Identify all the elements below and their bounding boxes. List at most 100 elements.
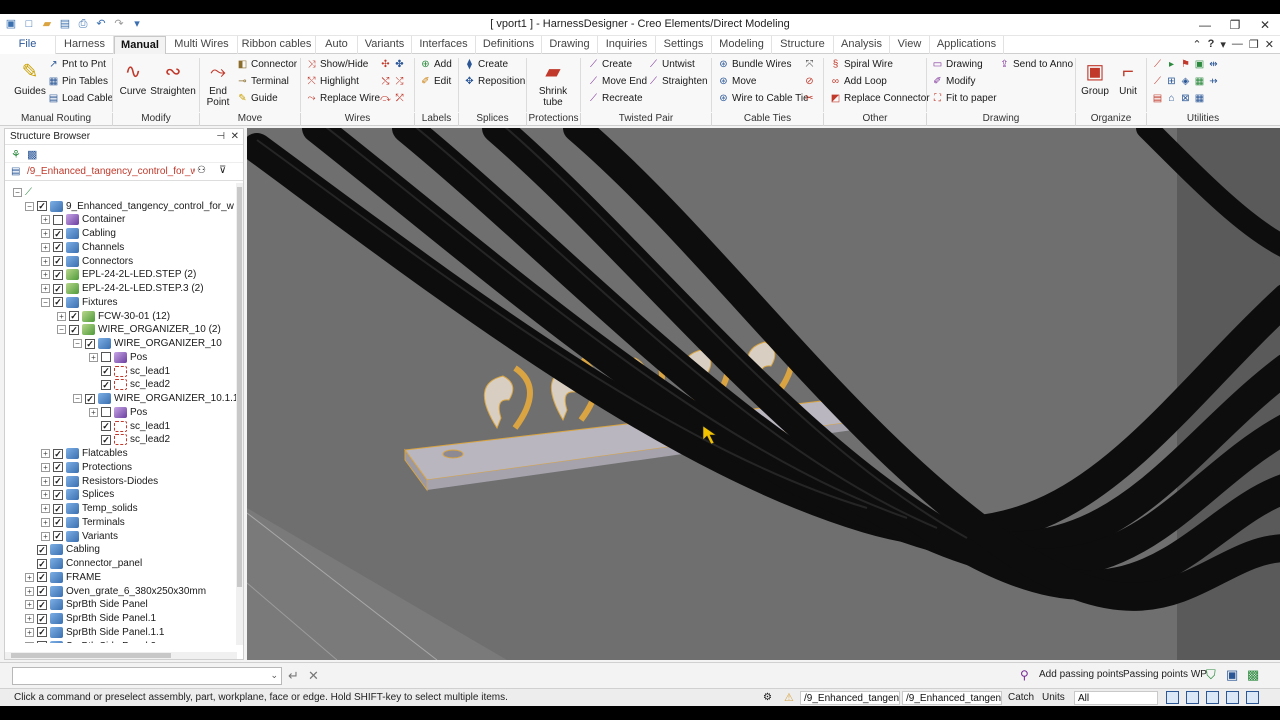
- tree-checkbox[interactable]: ✓: [37, 544, 47, 555]
- cable-tie-tool-1-button[interactable]: ⤧: [804, 59, 815, 70]
- tab-variants[interactable]: Variants: [358, 36, 412, 54]
- tree-checkbox[interactable]: ✓: [69, 311, 79, 321]
- tree-checkbox[interactable]: ✓: [101, 379, 111, 390]
- tree-node[interactable]: ✓ sc_lead2: [89, 378, 170, 392]
- cable-tie-tool-2-button[interactable]: ⊘: [804, 76, 815, 87]
- utility-e-icon[interactable]: ⇹: [1208, 59, 1219, 70]
- utility-d-icon[interactable]: ▣: [1194, 59, 1205, 70]
- tree-checkbox[interactable]: ✓: [53, 297, 63, 308]
- tab-interfaces[interactable]: Interfaces: [412, 36, 476, 54]
- guides-button[interactable]: ✎ Guides: [14, 60, 46, 97]
- tree-node[interactable]: + ✓ Cabling: [41, 227, 116, 241]
- show-hide-button[interactable]: ⤨ Show/Hide: [306, 59, 369, 70]
- tree-node[interactable]: + ✓ Temp_solids: [41, 502, 138, 516]
- wp-shield-icon[interactable]: ⛉: [1206, 667, 1216, 683]
- status-view-5-icon[interactable]: [1246, 691, 1259, 704]
- utility-i-icon[interactable]: ▦: [1194, 76, 1205, 87]
- utility-c-icon[interactable]: ⚑: [1180, 59, 1191, 70]
- tab-inquiries[interactable]: Inquiries: [598, 36, 656, 54]
- tree-expander-icon[interactable]: +: [41, 256, 50, 266]
- label-edit-button[interactable]: ✐ Edit: [420, 76, 451, 87]
- utility-n-icon[interactable]: ▦: [1194, 93, 1205, 104]
- move-connector-button[interactable]: ◧ Connector: [237, 59, 297, 70]
- tree-expander-icon[interactable]: +: [25, 586, 34, 596]
- tree-node[interactable]: + ✓ SprBth Side Panel.1: [25, 612, 156, 626]
- tree-root[interactable]: − ⟋: [13, 185, 32, 199]
- utility-a-icon[interactable]: ⟋: [1152, 59, 1163, 70]
- shrink-tube-button[interactable]: ▰ Shrink tube: [534, 60, 572, 108]
- horizontal-scroll-thumb[interactable]: [11, 653, 171, 658]
- tree-expander-icon[interactable]: +: [25, 600, 34, 610]
- tree-node[interactable]: + ✓ SprBth Side Panel: [25, 598, 148, 612]
- tree-expander-icon[interactable]: +: [41, 531, 50, 541]
- pin-icon[interactable]: ⊣: [216, 131, 225, 142]
- unit-button[interactable]: ⌐ Unit: [1114, 60, 1142, 97]
- curve-button[interactable]: ∿ Curve: [118, 60, 148, 97]
- tree-checkbox[interactable]: ✓: [101, 421, 111, 431]
- tree-expander-icon[interactable]: +: [25, 614, 34, 623]
- tree-checkbox[interactable]: ✓: [37, 586, 47, 596]
- tree-expander-icon[interactable]: +: [41, 242, 50, 252]
- tree-checkbox[interactable]: ✓: [53, 489, 63, 500]
- tree-expander-icon[interactable]: +: [41, 215, 50, 225]
- tree-node[interactable]: + ✓ Terminals: [41, 515, 125, 529]
- tree-expander-icon[interactable]: +: [25, 641, 34, 643]
- tab-file[interactable]: File: [0, 36, 56, 54]
- utility-l-icon[interactable]: ⌂: [1166, 93, 1177, 104]
- tree-node[interactable]: − ✓ 9_Enhanced_tangency_control_for_w: [25, 199, 234, 213]
- tree-node[interactable]: + ✓ Flatcables: [41, 447, 128, 461]
- tree-checkbox[interactable]: ✓: [53, 476, 63, 486]
- send-to-anno-button[interactable]: ⇪ Send to Anno: [999, 59, 1073, 70]
- tree-checkbox[interactable]: ✓: [53, 242, 63, 253]
- tree-checkbox[interactable]: ✓: [53, 531, 63, 541]
- passing-points-wp-button[interactable]: Passing points WP: [1123, 669, 1207, 680]
- binoculars-icon[interactable]: ⚇: [197, 165, 206, 176]
- catch-label[interactable]: Catch: [1008, 692, 1034, 703]
- tree-node[interactable]: + ✓ Oven_grate_6_380x250x30mm: [25, 584, 206, 598]
- highlight-button[interactable]: ⤲ Highlight: [306, 76, 359, 87]
- tree-node[interactable]: + ✓ Protections: [41, 460, 132, 474]
- command-input[interactable]: ⌄: [12, 667, 282, 685]
- straighten-button[interactable]: ∾ Straighten: [150, 60, 196, 97]
- tab-view[interactable]: View: [890, 36, 930, 54]
- wire-to-cable-tie-button[interactable]: ⊛ Wire to Cable Tie: [718, 93, 808, 104]
- tree-checkbox[interactable]: ✓: [37, 627, 47, 638]
- tab-analysis[interactable]: Analysis: [834, 36, 890, 54]
- drawing-button[interactable]: ▭ Drawing: [932, 59, 983, 70]
- utility-h-icon[interactable]: ◈: [1180, 76, 1191, 87]
- splice-reposition-button[interactable]: ✥ Reposition: [464, 76, 525, 87]
- tree-expander-icon[interactable]: +: [41, 490, 50, 500]
- tree-expander-icon[interactable]: +: [41, 270, 50, 280]
- command-dropdown-icon[interactable]: ⌄: [270, 670, 278, 681]
- tree-node[interactable]: − ✓ Fixtures: [41, 295, 118, 309]
- tree-checkbox[interactable]: ✓: [53, 448, 63, 459]
- tab-structure[interactable]: Structure: [772, 36, 834, 54]
- tree-expander-icon[interactable]: +: [41, 476, 50, 486]
- tree-view-icon[interactable]: ⚘: [11, 148, 21, 161]
- splice-create-button[interactable]: ⧫ Create: [464, 59, 508, 70]
- tab-ribbon-cables[interactable]: Ribbon cables: [238, 36, 316, 54]
- filter-select[interactable]: All: [1074, 691, 1158, 705]
- tree-checkbox[interactable]: ✓: [101, 434, 111, 445]
- tree-checkbox[interactable]: ✓: [53, 503, 63, 514]
- status-view-1-icon[interactable]: [1166, 691, 1179, 704]
- tree-node[interactable]: + ✓ EPL-24-2L-LED.STEP.3 (2): [41, 282, 204, 296]
- restore-icon[interactable]: ❐: [1220, 14, 1250, 36]
- tree-expander-icon[interactable]: +: [25, 572, 34, 582]
- add-loop-button[interactable]: ∞ Add Loop: [830, 76, 887, 87]
- tree-checkbox[interactable]: ✓: [101, 366, 111, 376]
- tree-expander-icon[interactable]: −: [25, 201, 34, 211]
- tab-settings[interactable]: Settings: [656, 36, 712, 54]
- status-view-4-icon[interactable]: [1226, 691, 1239, 704]
- tree-node[interactable]: − ✓ WIRE_ORGANIZER_10.1.1: [73, 392, 237, 406]
- move-terminal-button[interactable]: ⊸ Terminal: [237, 76, 289, 87]
- tab-multi-wires[interactable]: Multi Wires: [166, 36, 238, 54]
- tree-checkbox[interactable]: ✓: [53, 462, 63, 473]
- tree-checkbox[interactable]: [53, 214, 63, 225]
- tree-checkbox[interactable]: ✓: [69, 324, 79, 335]
- vertical-scrollbar[interactable]: [236, 183, 243, 645]
- tree-expander-icon[interactable]: +: [41, 517, 50, 527]
- tree-checkbox[interactable]: ✓: [85, 338, 95, 349]
- tree-expander-icon[interactable]: −: [57, 325, 66, 335]
- warning-icon[interactable]: ⚠: [784, 691, 794, 704]
